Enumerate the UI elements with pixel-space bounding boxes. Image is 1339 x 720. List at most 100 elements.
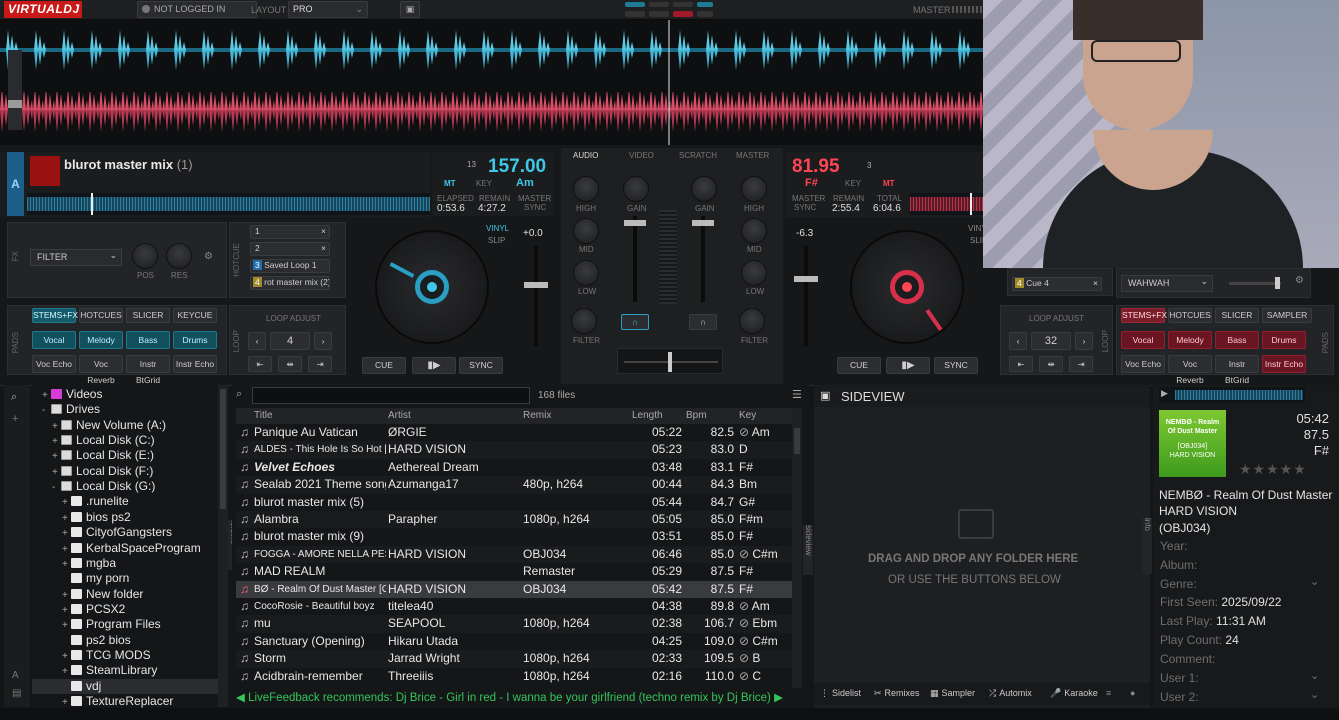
deck-b-pad-drums[interactable]: Drums (1262, 331, 1306, 349)
deck-a-pad-vocal[interactable]: Vocal (32, 331, 76, 349)
deck-a-pad-tab-keycue[interactable]: KEYCUE (173, 308, 217, 323)
deck-a-loop-double-button[interactable]: › (314, 332, 332, 350)
info-user2[interactable]: User 2: (1160, 690, 1199, 704)
gear-icon[interactable]: ⚙ (204, 251, 213, 262)
right-filter-knob[interactable] (739, 308, 765, 334)
expand-icon[interactable]: + (62, 588, 71, 603)
track-row[interactable]: ♫ FOGGA - AMORE NELLA PESTE...HARD VISION… (236, 545, 792, 564)
deck-b-sync-label[interactable]: SYNC (794, 203, 816, 212)
deck-b-pad-voc-echo[interactable]: Voc Echo (1121, 355, 1165, 373)
deck-a-play-button[interactable]: ▮▶ (412, 357, 456, 374)
col-title[interactable]: Title (254, 410, 273, 421)
right-volume-handle[interactable] (692, 220, 714, 226)
deck-b-pad-vocal[interactable]: Vocal (1121, 331, 1165, 349)
deck-b-loop-length[interactable]: 32 (1031, 332, 1071, 350)
tree-item[interactable]: - Local Disk (G:) (32, 479, 218, 494)
deck-a-key-value[interactable]: Am (516, 177, 534, 189)
mixer-tab-audio[interactable]: AUDIO (573, 151, 598, 160)
tree-item[interactable]: + bios ps2 (32, 510, 218, 525)
deck-a-pad-tab-slicer[interactable]: SLICER (126, 308, 170, 323)
collapse-icon[interactable]: - (52, 480, 61, 495)
font-size-icon[interactable]: A (12, 670, 19, 681)
track-row[interactable]: ♫ ALDES - This Hole Is So Hot [DK0...HARD… (236, 441, 792, 459)
expand-icon[interactable]: + (62, 526, 71, 541)
deck-a-hotcue-1[interactable]: 1 × (250, 225, 330, 239)
track-row[interactable]: ♫ Panique Au Vatican ØRGIE 05:22 82.5 ⊘ Am (236, 424, 792, 441)
tree-item[interactable]: + Videos (32, 387, 218, 402)
deck-b-pad-tab-slicer[interactable]: SLICER (1215, 308, 1259, 323)
left-mid-knob[interactable] (573, 218, 599, 244)
track-row[interactable]: ♫ Storm Jarrad Wright 1080p, h264 02:33 109.5… (236, 650, 792, 668)
info-comment[interactable]: Comment: (1160, 652, 1215, 666)
deck-b-mini-waveform[interactable] (910, 193, 983, 215)
deck-a-key-mode[interactable]: MT (444, 179, 456, 188)
deck-a-pad-drums[interactable]: Drums (173, 331, 217, 349)
deck-a-sync-button[interactable]: SYNC (459, 357, 503, 374)
tree-item[interactable]: + mgba (32, 556, 218, 571)
left-gain-knob[interactable] (623, 176, 649, 202)
track-row[interactable]: ♫ Alambra Parapher 1080p, h264 05:05 85.0 F#m (236, 511, 792, 529)
chevron-left-icon[interactable]: ◀ (236, 692, 245, 704)
collapse-icon[interactable]: - (42, 403, 51, 418)
deck-a-mini-waveform[interactable] (27, 193, 430, 215)
expand-icon[interactable]: + (62, 649, 71, 664)
deck-b-jog-wheel[interactable] (850, 230, 964, 344)
expand-icon[interactable]: + (52, 449, 61, 464)
deck-b-master-label[interactable]: MASTER (792, 194, 825, 203)
automix-tab[interactable]: ⤮ Automix (989, 688, 1032, 699)
add-icon[interactable]: + (12, 413, 18, 425)
layout-select[interactable]: PRO ⌄ (288, 1, 368, 18)
expand-icon[interactable]: + (52, 434, 61, 449)
sideview-dot-icon[interactable]: ● (1130, 688, 1135, 698)
mixer-tab-video[interactable]: VIDEO (629, 151, 654, 160)
deck-b-loop-half-button[interactable]: ‹ (1009, 332, 1027, 350)
gear-icon[interactable]: ⚙ (1295, 275, 1304, 286)
track-row[interactable]: ♫ blurot master mix (9) 03:51 85.0 F# (236, 528, 792, 545)
tree-item[interactable]: + Program Files (32, 617, 218, 632)
left-volume-fader[interactable] (633, 216, 637, 302)
livefeedback-bar[interactable]: ◀ LiveFeedback recommends: Dj Brice - Gi… (236, 689, 792, 707)
track-row[interactable]: ♫ Sanctuary (Opening) Hikaru Utada 04:25 109… (236, 633, 792, 650)
close-icon[interactable]: × (321, 226, 326, 236)
track-row[interactable]: ♫ BØ - Realm Of Dust Master [OBJ034]HARD … (236, 580, 792, 598)
tree-item[interactable]: + KerbalSpaceProgram (32, 541, 218, 556)
deck-b-play-button[interactable]: ▮▶ (886, 357, 930, 374)
tree-item[interactable]: + New folder (32, 587, 218, 602)
tree-item[interactable]: + CityofGangsters (32, 525, 218, 540)
login-button[interactable]: NOT LOGGED IN (137, 1, 257, 18)
tree-item[interactable]: - Drives (32, 402, 218, 417)
chevron-down-icon[interactable]: ⌄ (1310, 688, 1319, 701)
chevron-down-icon[interactable]: ⌄ (1310, 669, 1319, 682)
deck-b-sync-button[interactable]: SYNC (934, 357, 978, 374)
deck-a-cue-button[interactable]: CUE (362, 357, 406, 374)
deck-b-loop-button[interactable]: ⇹ (1039, 356, 1063, 372)
left-low-knob[interactable] (573, 260, 599, 286)
deck-b-loop-double-button[interactable]: › (1075, 332, 1093, 350)
deck-a-jog-wheel[interactable] (375, 230, 489, 344)
deck-b-pitch-slider[interactable] (804, 246, 808, 346)
track-row[interactable]: ♫ Velvet Echoes Aethereal Dream 03:48 83.1 F# (236, 459, 792, 476)
info-tab[interactable]: info (1142, 518, 1152, 574)
sideview-menu-icon[interactable]: ≡ (1106, 688, 1111, 698)
deck-layout-indicator[interactable] (625, 2, 715, 18)
deck-a-pitch-handle[interactable] (524, 282, 548, 288)
close-icon[interactable]: × (1093, 278, 1098, 288)
deck-a-loop-in-button[interactable]: ⇤ (248, 356, 272, 372)
deck-b-loop-in-button[interactable]: ⇤ (1009, 356, 1033, 372)
sampler-tab[interactable]: ▦ Sampler (930, 688, 975, 699)
deck-b-loop-out-button[interactable]: ⇥ (1069, 356, 1093, 372)
deck-b-pad-tab-sampler[interactable]: SAMPLER (1262, 308, 1312, 323)
deck-a-pad-instr-echo[interactable]: Instr Echo (173, 355, 217, 373)
track-row[interactable]: ♫ MAD REALM Remaster 05:29 87.5 F# (236, 563, 792, 580)
deck-a-filter-select[interactable]: FILTER ⌄ (30, 249, 122, 266)
tree-item[interactable]: + Local Disk (E:) (32, 448, 218, 463)
tree-item[interactable]: + .runelite (32, 494, 218, 509)
expand-icon[interactable]: + (62, 618, 71, 633)
info-year[interactable]: Year: (1160, 539, 1188, 553)
deck-a-pad-voc-echo[interactable]: Voc Echo (32, 355, 76, 373)
deck-b-bpm[interactable]: 81.95 (792, 156, 840, 178)
expand-icon[interactable]: + (62, 495, 71, 510)
info-album[interactable]: Album: (1160, 558, 1197, 572)
deck-b-fx-slider-handle[interactable] (1275, 277, 1280, 289)
right-mid-knob[interactable] (741, 218, 767, 244)
